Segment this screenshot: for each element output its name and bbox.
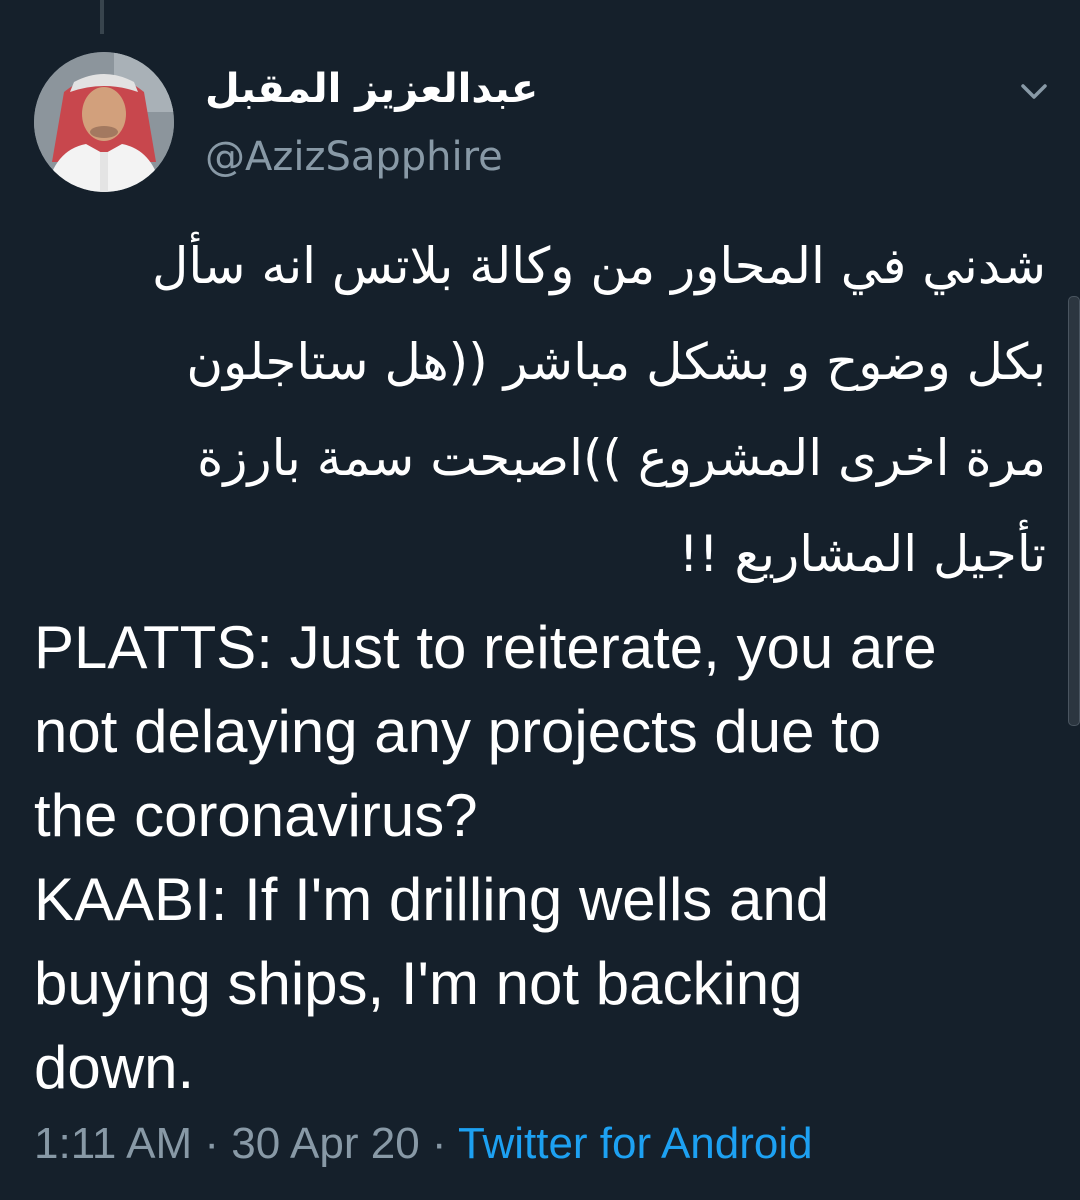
tweet-metadata: 1:11 AM · 30 Apr 20 · Twitter for Androi… (34, 1116, 813, 1172)
tweet-text-line: down. (34, 1034, 195, 1101)
author-handle[interactable]: @AzizSapphire (205, 130, 503, 184)
tweet-text-arabic: شدني في المحاور من وكالة بلاتس انه سأل ب… (34, 218, 1046, 602)
tweet-text-line: KAABI: If I'm drilling wells and (34, 866, 830, 933)
tweet-text-english: PLATTS: Just to reiterate, you are not d… (34, 606, 1054, 1110)
chevron-down-icon (1021, 84, 1047, 99)
tweet-text-line: مرة اخرى المشروع ))اصبحت سمة بارزة (197, 429, 1046, 487)
tweet-date[interactable]: 30 Apr 20 (231, 1119, 419, 1168)
scrollbar-thumb[interactable] (1068, 296, 1080, 726)
user-avatar-icon (34, 52, 174, 192)
author-avatar[interactable] (34, 52, 174, 192)
tweet-text-line: PLATTS: Just to reiterate, you are (34, 614, 937, 681)
tweet-time[interactable]: 1:11 AM (34, 1119, 192, 1168)
meta-separator: · (204, 1119, 220, 1168)
meta-separator: · (431, 1119, 447, 1168)
author-display-name[interactable]: عبدالعزيز المقبل (205, 62, 538, 116)
tweet-text-line: شدني في المحاور من وكالة بلاتس انه سأل (152, 237, 1046, 295)
tweet-text-line: the coronavirus? (34, 782, 478, 849)
tweet-text-line: not delaying any projects due to (34, 698, 882, 765)
tweet-options-button[interactable] (1010, 72, 1058, 112)
tweet-text-line: تأجيل المشاريع !! (678, 525, 1046, 583)
thread-connector-line (100, 0, 104, 34)
tweet-text-line: بكل وضوح و بشكل مباشر ((هل ستاجلون (186, 333, 1046, 391)
tweet-source-link[interactable]: Twitter for Android (458, 1119, 813, 1168)
tweet-text-line: buying ships, I'm not backing (34, 950, 803, 1017)
